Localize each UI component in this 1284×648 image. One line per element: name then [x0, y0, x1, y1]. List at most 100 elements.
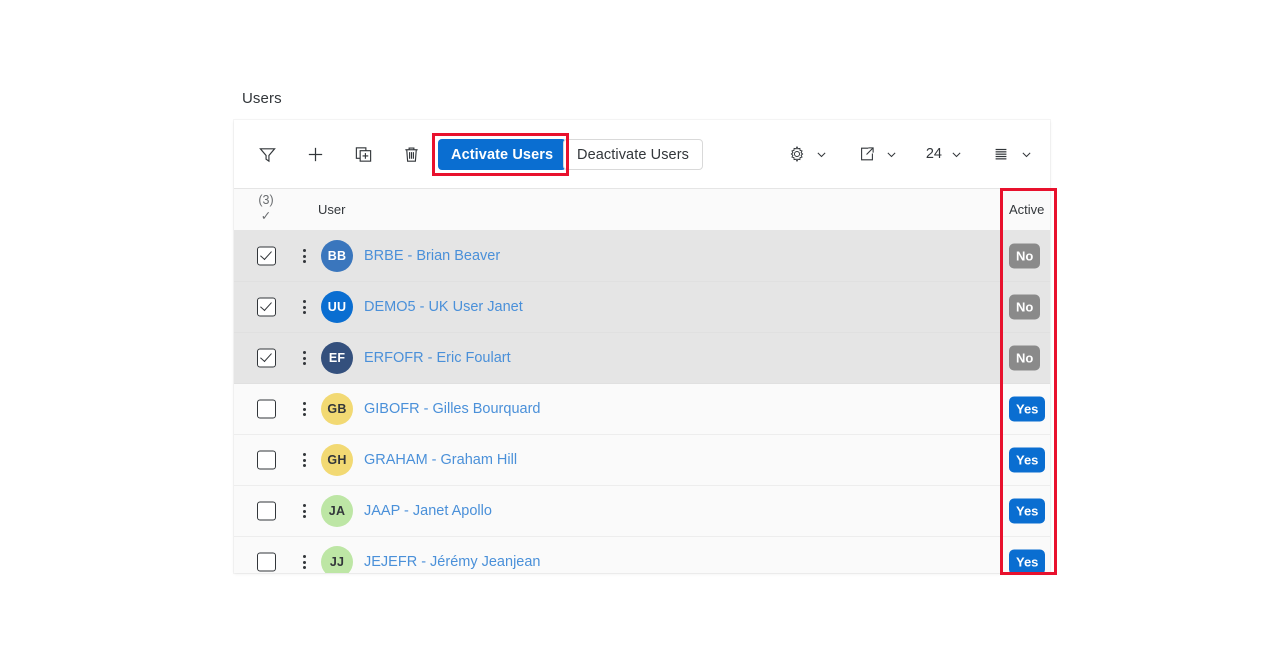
chevron-down-icon[interactable]	[812, 144, 832, 164]
row-checkbox[interactable]	[244, 502, 288, 521]
page-title: Users	[242, 90, 282, 107]
row-actions-menu-icon[interactable]	[292, 555, 316, 569]
menu-dot	[303, 566, 306, 569]
table-row[interactable]: JA JAAP - Janet Apollo Yes	[234, 486, 1050, 537]
avatar: BB	[321, 240, 353, 272]
users-table-panel: Activate Users Deactivate Users	[234, 120, 1050, 573]
active-status-badge: No	[1009, 244, 1040, 269]
page-size-value[interactable]: 24	[924, 146, 944, 162]
select-all-check-icon[interactable]: ✓	[246, 209, 286, 223]
table-row[interactable]: EF ERFOFR - Eric Foulart No	[234, 333, 1050, 384]
table-toolbar: Activate Users Deactivate Users	[234, 120, 1050, 189]
export-group	[854, 141, 902, 167]
checkbox-unchecked-icon	[257, 400, 276, 419]
row-checkbox[interactable]	[244, 349, 288, 368]
active-status-badge: Yes	[1009, 397, 1045, 422]
checkbox-checked-icon	[257, 247, 276, 266]
user-name-link[interactable]: ERFOFR - Eric Foulart	[364, 350, 511, 366]
avatar: UU	[321, 291, 353, 323]
menu-dot	[303, 413, 306, 416]
avatar: GB	[321, 393, 353, 425]
row-checkbox[interactable]	[244, 451, 288, 470]
menu-dot	[303, 402, 306, 405]
menu-dot	[303, 249, 306, 252]
chevron-down-icon[interactable]	[882, 144, 902, 164]
user-name-link[interactable]: GRAHAM - Graham Hill	[364, 452, 517, 468]
row-checkbox[interactable]	[244, 553, 288, 572]
filter-icon[interactable]	[252, 139, 282, 169]
table-row[interactable]: JJ JEJEFR - Jérémy Jeanjean Yes	[234, 537, 1050, 573]
toolbar-right-group: 24	[784, 141, 1036, 167]
user-name-link[interactable]: DEMO5 - UK User Janet	[364, 299, 523, 315]
menu-dot	[303, 515, 306, 518]
row-checkbox[interactable]	[244, 298, 288, 317]
column-header-active: Active	[1009, 202, 1044, 217]
row-actions-menu-icon[interactable]	[292, 402, 316, 416]
gear-icon[interactable]	[784, 141, 810, 167]
menu-dot	[303, 561, 306, 564]
avatar: JJ	[321, 546, 353, 573]
page-size-group: 24	[924, 144, 966, 164]
checkbox-unchecked-icon	[257, 553, 276, 572]
menu-dot	[303, 306, 306, 309]
export-icon[interactable]	[854, 141, 880, 167]
menu-dot	[303, 362, 306, 365]
menu-dot	[303, 504, 306, 507]
selected-count-value: (3)	[258, 193, 273, 207]
menu-dot	[303, 408, 306, 411]
active-status-badge: Yes	[1009, 550, 1045, 574]
menu-dot	[303, 351, 306, 354]
row-checkbox[interactable]	[244, 247, 288, 266]
table-row[interactable]: GB GIBOFR - Gilles Bourquard Yes	[234, 384, 1050, 435]
delete-icon[interactable]	[396, 139, 426, 169]
table-row[interactable]: GH GRAHAM - Graham Hill Yes	[234, 435, 1050, 486]
row-actions-menu-icon[interactable]	[292, 504, 316, 518]
menu-dot	[303, 453, 306, 456]
view-mode-group	[988, 141, 1036, 167]
user-name-link[interactable]: BRBE - Brian Beaver	[364, 248, 500, 264]
user-name-link[interactable]: GIBOFR - Gilles Bourquard	[364, 401, 540, 417]
avatar: JA	[321, 495, 353, 527]
row-actions-menu-icon[interactable]	[292, 351, 316, 365]
active-status-badge: Yes	[1009, 499, 1045, 524]
activate-users-button[interactable]: Activate Users	[438, 139, 566, 170]
row-actions-menu-icon[interactable]	[292, 453, 316, 467]
avatar: GH	[321, 444, 353, 476]
selected-count: (3) ✓	[246, 193, 286, 223]
active-status-badge: No	[1009, 295, 1040, 320]
app-screen: Users	[0, 0, 1284, 648]
checkbox-unchecked-icon	[257, 451, 276, 470]
menu-dot	[303, 311, 306, 314]
table-row[interactable]: UU DEMO5 - UK User Janet No	[234, 282, 1050, 333]
copy-icon[interactable]	[348, 139, 378, 169]
menu-dot	[303, 260, 306, 263]
deactivate-users-button[interactable]: Deactivate Users	[563, 139, 703, 170]
row-actions-menu-icon[interactable]	[292, 249, 316, 263]
chevron-down-icon[interactable]	[1016, 144, 1036, 164]
checkbox-checked-icon	[257, 349, 276, 368]
row-actions-menu-icon[interactable]	[292, 300, 316, 314]
add-icon[interactable]	[300, 139, 330, 169]
menu-dot	[303, 459, 306, 462]
table-header-row: (3) ✓ User Active	[234, 189, 1050, 231]
menu-dot	[303, 464, 306, 467]
menu-dot	[303, 255, 306, 258]
column-header-user: User	[318, 202, 345, 217]
table-row[interactable]: BB BRBE - Brian Beaver No	[234, 231, 1050, 282]
settings-group	[784, 141, 832, 167]
users-table: (3) ✓ User Active BB BRBE - Brian Beaver N…	[234, 189, 1050, 573]
menu-dot	[303, 555, 306, 558]
menu-dot	[303, 300, 306, 303]
checkbox-checked-icon	[257, 298, 276, 317]
menu-dot	[303, 357, 306, 360]
menu-dot	[303, 510, 306, 513]
active-status-badge: No	[1009, 346, 1040, 371]
chevron-down-icon[interactable]	[946, 144, 966, 164]
user-name-link[interactable]: JAAP - Janet Apollo	[364, 503, 492, 519]
table-body: BB BRBE - Brian Beaver No UU DEMO5 - UK User…	[234, 231, 1050, 573]
row-checkbox[interactable]	[244, 400, 288, 419]
list-view-icon[interactable]	[988, 141, 1014, 167]
user-name-link[interactable]: JEJEFR - Jérémy Jeanjean	[364, 554, 540, 570]
active-status-badge: Yes	[1009, 448, 1045, 473]
avatar: EF	[321, 342, 353, 374]
